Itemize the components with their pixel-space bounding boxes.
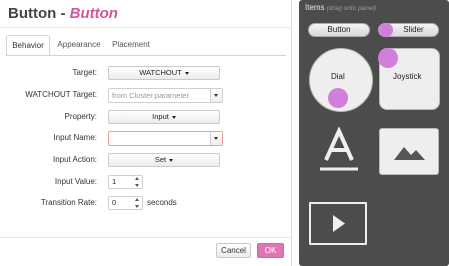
dialog-title-type: Button xyxy=(8,5,57,22)
watchout-target-combo[interactable]: from Cluster parameter xyxy=(108,88,223,103)
property-label: Property: xyxy=(64,112,97,121)
button-properties-dialog: Button - Button Behavior Appearance Plac… xyxy=(0,0,292,266)
target-label: Target: xyxy=(72,68,97,77)
ok-button[interactable]: OK xyxy=(257,243,284,258)
input-action-value: Set xyxy=(154,155,167,164)
play-icon xyxy=(333,215,345,232)
items-panel-header: Items (drag onto panel) xyxy=(305,3,376,12)
transition-rate-value: 0 xyxy=(112,198,117,207)
cancel-button[interactable]: Cancel xyxy=(216,243,251,258)
item-button[interactable]: Button xyxy=(308,23,370,37)
image-icon xyxy=(394,147,425,160)
watchout-target-label: WATCHOUT Target: xyxy=(25,90,97,99)
watchout-target-placeholder: from Cluster parameter xyxy=(112,91,190,100)
title-divider xyxy=(0,27,292,28)
tab-appearance[interactable]: Appearance xyxy=(53,35,105,55)
item-image[interactable] xyxy=(379,128,439,175)
tab-placement[interactable]: Placement xyxy=(108,35,154,55)
slider-handle-icon xyxy=(379,23,393,37)
text-icon xyxy=(320,126,358,171)
property-value: Input xyxy=(152,112,169,121)
input-value-value: 1 xyxy=(112,177,117,186)
transition-rate-stepper[interactable]: 0 xyxy=(108,196,143,210)
dialog-title: Button - Button xyxy=(8,5,118,22)
combo-arrow-icon[interactable] xyxy=(210,89,222,102)
caret-down-icon xyxy=(184,71,189,75)
footer-divider xyxy=(0,237,292,238)
target-value: WATCHOUT xyxy=(139,68,182,77)
transition-rate-unit: seconds xyxy=(147,198,177,207)
stepper-arrows-icon[interactable] xyxy=(135,198,140,208)
dialog-title-separator: - xyxy=(56,5,70,22)
item-text[interactable] xyxy=(319,126,359,173)
dialog-title-name: Button xyxy=(69,5,118,22)
target-dropdown[interactable]: WATCHOUT xyxy=(108,66,220,80)
caret-down-icon xyxy=(169,158,174,162)
property-dropdown[interactable]: Input xyxy=(108,110,220,124)
stepper-arrows-icon[interactable] xyxy=(135,177,140,187)
items-panel-hint: (drag onto panel) xyxy=(326,5,377,12)
dial-knob-icon xyxy=(328,88,348,108)
item-video[interactable] xyxy=(309,202,367,245)
item-button-label: Button xyxy=(327,25,351,34)
input-action-dropdown[interactable]: Set xyxy=(108,153,220,167)
item-joystick-label: Joystick xyxy=(393,72,422,81)
input-value-stepper[interactable]: 1 xyxy=(108,175,143,189)
caret-down-icon xyxy=(171,115,176,119)
combo-arrow-icon[interactable] xyxy=(210,132,222,145)
behavior-panel: Target: WATCHOUT WATCHOUT Target: from C… xyxy=(6,55,286,227)
input-value-label: Input Value: xyxy=(54,177,97,186)
item-dial-label: Dial xyxy=(331,72,345,81)
input-name-combo[interactable] xyxy=(108,131,223,146)
input-action-label: Input Action: xyxy=(52,155,97,164)
tab-behavior[interactable]: Behavior xyxy=(6,35,50,56)
transition-rate-label: Transition Rate: xyxy=(40,198,97,207)
input-name-label: Input Name: xyxy=(53,133,97,142)
item-slider-label: Slider xyxy=(403,25,424,34)
items-panel-title: Items xyxy=(305,3,325,12)
joystick-knob-icon xyxy=(378,48,398,68)
